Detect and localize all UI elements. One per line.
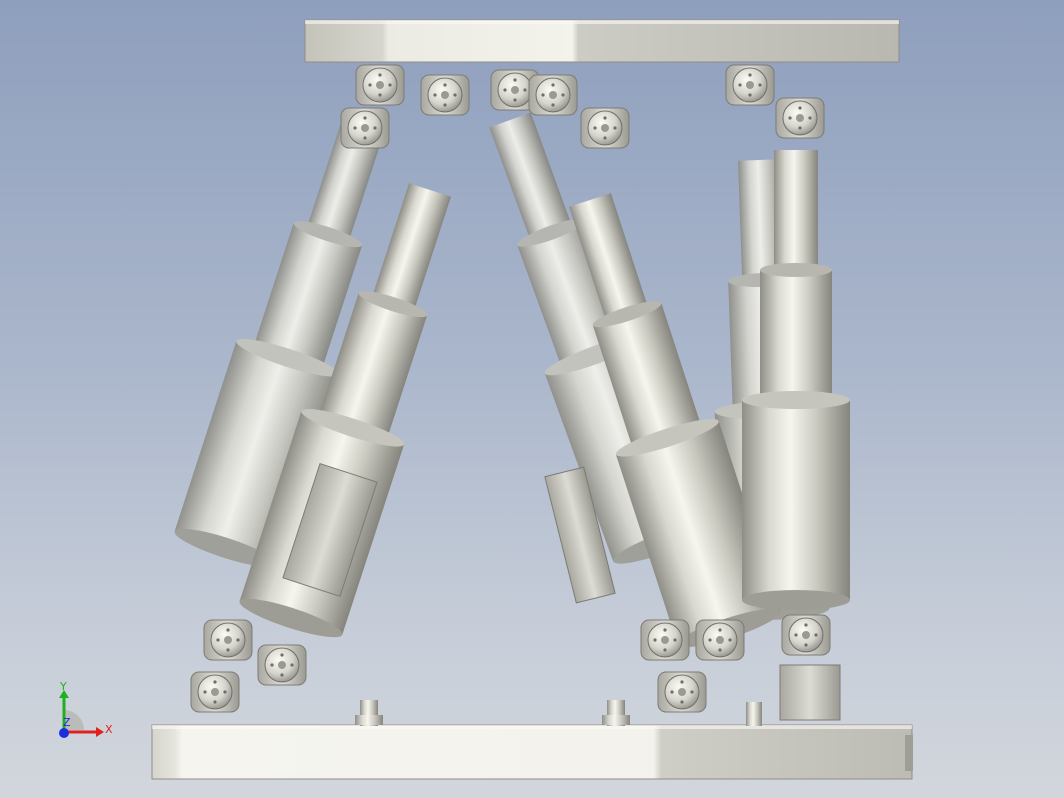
joint-lower-5 bbox=[657, 671, 707, 713]
top-platform[interactable] bbox=[304, 19, 900, 63]
joint-upper-4 bbox=[528, 74, 578, 116]
base-pin-2 bbox=[602, 700, 630, 726]
joint-upper-1 bbox=[355, 64, 405, 106]
z-axis-dot bbox=[59, 728, 69, 738]
base-pin-3 bbox=[746, 702, 762, 726]
joint-upper-2 bbox=[420, 74, 470, 116]
upper-joints bbox=[340, 64, 825, 149]
x-axis-label: X bbox=[105, 723, 113, 736]
joint-lower-3 bbox=[257, 644, 307, 686]
lower-joints bbox=[190, 614, 841, 721]
joint-lower-1 bbox=[203, 619, 253, 661]
joint-lower-4 bbox=[640, 619, 690, 661]
axis-triad: X Y Z bbox=[59, 680, 113, 738]
x-axis-arrow bbox=[96, 727, 104, 737]
joint-upper-8 bbox=[580, 107, 630, 149]
y-axis-label: Y bbox=[59, 680, 67, 693]
joint-upper-5 bbox=[725, 64, 775, 106]
joint-lower-6 bbox=[695, 619, 745, 661]
joint-upper-7 bbox=[340, 107, 390, 149]
joint-upper-6 bbox=[775, 97, 825, 139]
z-axis-label: Z bbox=[63, 716, 71, 729]
joint-lower-7 bbox=[781, 614, 831, 656]
base-pin-1 bbox=[355, 700, 383, 726]
joint-lower-2 bbox=[190, 671, 240, 713]
cad-viewport[interactable] bbox=[0, 0, 1064, 798]
